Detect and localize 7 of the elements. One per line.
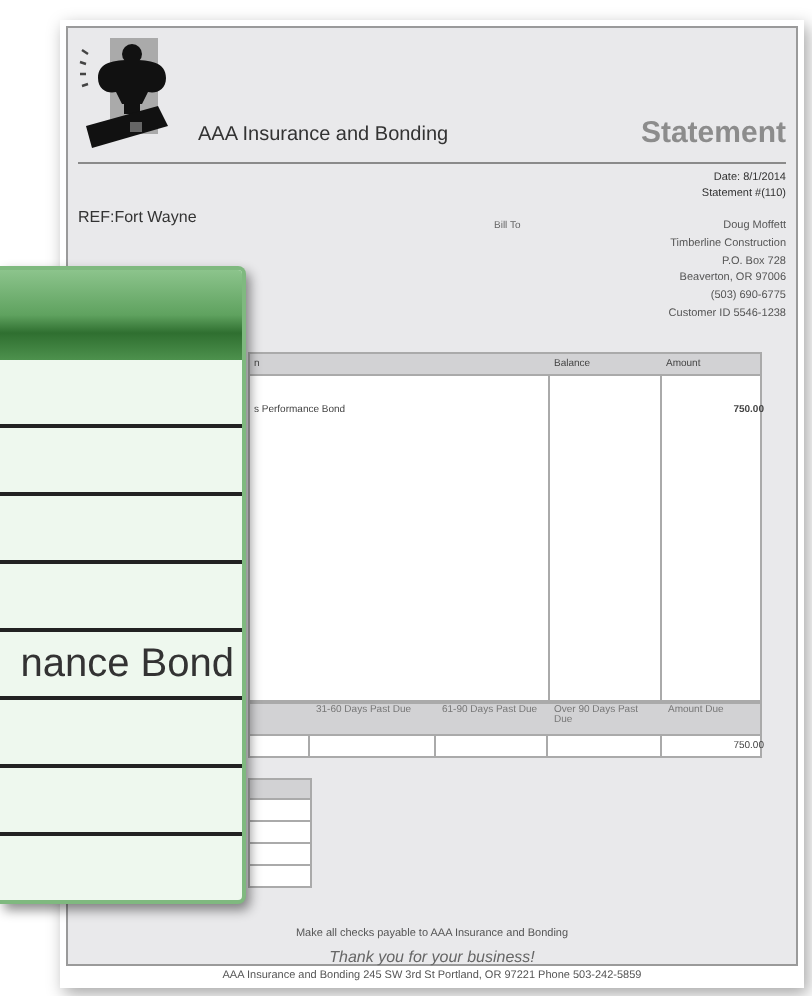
table-cell: nance Bond xyxy=(20,641,234,687)
reference-text: REF:Fort Wayne xyxy=(78,208,199,230)
company-name: AAA Insurance and Bonding xyxy=(198,124,451,146)
thank-you-text: Thank you for your business! xyxy=(327,947,537,966)
statement-title: Statement xyxy=(640,116,786,150)
small-table xyxy=(248,777,312,888)
logo-drawing xyxy=(78,34,170,150)
